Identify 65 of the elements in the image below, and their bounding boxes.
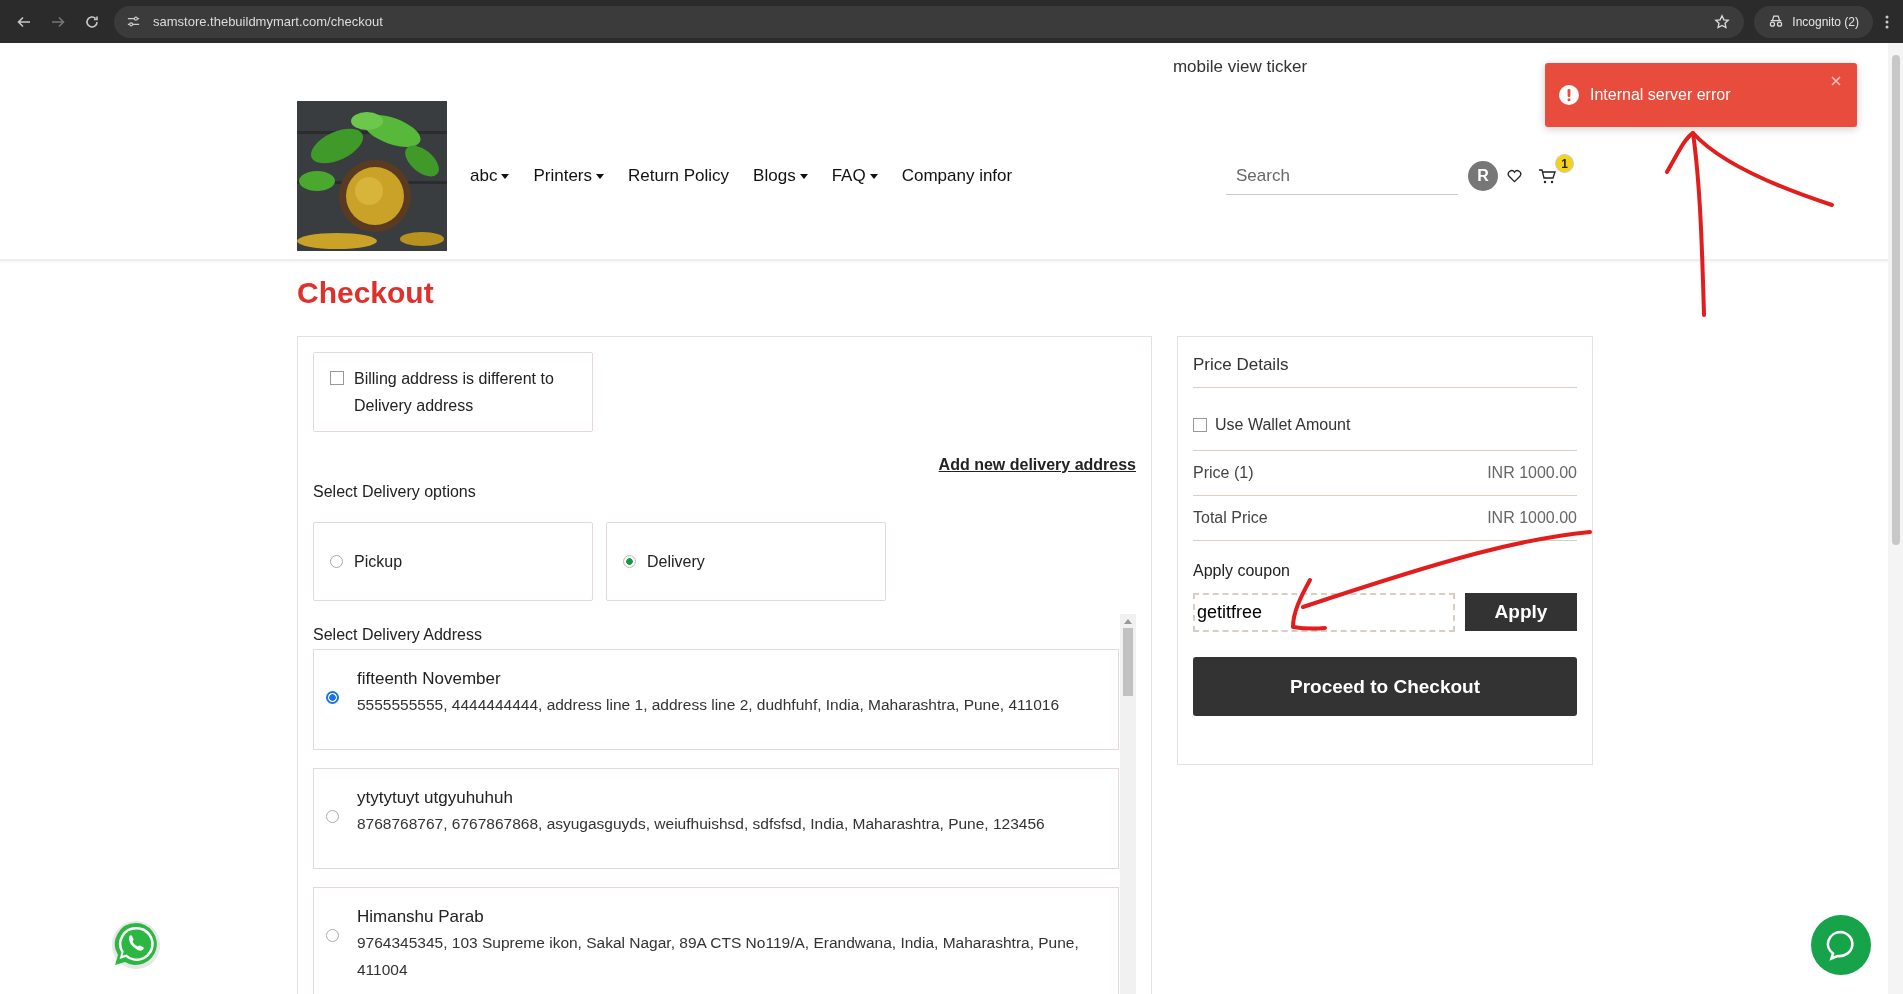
card-title: Price Details <box>1193 353 1577 388</box>
heart-icon[interactable] <box>1507 169 1522 183</box>
user-avatar[interactable]: R <box>1468 161 1498 191</box>
checkbox[interactable] <box>330 371 344 385</box>
caret-icon[interactable] <box>596 173 604 179</box>
page-title: Checkout <box>297 276 435 310</box>
toast-message: Internal server error <box>1590 86 1732 104</box>
radio-button[interactable] <box>623 555 636 568</box>
coupon-field[interactable]: getitfree <box>1193 593 1455 632</box>
price-label: Price (1) <box>1193 463 1254 483</box>
price-value: INR 1000.00 <box>1487 463 1577 483</box>
section-title: Select Delivery options <box>313 482 477 502</box>
address-bar[interactable]: samstore.thebuildmymart.com/checkout <box>114 5 1745 38</box>
cart-count-badge: 1 <box>1555 154 1574 173</box>
scrollbar[interactable] <box>1888 43 1903 994</box>
price-value: INR 1000.00 <box>1487 508 1577 528</box>
cart-icon[interactable] <box>1538 168 1556 184</box>
caret-icon[interactable] <box>799 173 808 179</box>
caret-icon[interactable] <box>501 173 510 179</box>
address-details: 5555555555, 4444444444, address line 1, address line 2, dudhfuhf, India, Maharashtra, Pune, 411016 <box>357 695 1060 715</box>
caret-icon[interactable] <box>869 173 878 179</box>
scrollbar-thumb[interactable] <box>1123 628 1133 696</box>
incognito-icon <box>1768 15 1785 28</box>
billing-option[interactable]: Billing address is different to Delivery address <box>313 352 593 432</box>
nav-link[interactable]: Return Policy <box>628 166 730 186</box>
address-card[interactable]: Himanshu Parab 9764345345, 103 Supreme ikon, Sakal Nagar, 89A CTS No119/A, Erandwana, India, Maharashtra, Pune, 411004 <box>313 887 1119 994</box>
menu-icon[interactable] <box>1885 13 1889 30</box>
nav-link[interactable]: Blogs <box>753 166 808 186</box>
checkbox[interactable] <box>1193 418 1207 432</box>
scroll-up-icon[interactable] <box>1124 619 1132 624</box>
radio-button[interactable] <box>326 929 339 942</box>
scrollbar[interactable] <box>1120 614 1136 994</box>
reload-icon[interactable] <box>84 13 100 30</box>
whatsapp-chat-icon[interactable] <box>110 918 162 970</box>
bookmark-star-icon[interactable] <box>1714 13 1731 30</box>
address-details: 9764345345, 103 Supreme ikon, Sakal Nagar, 89A CTS No119/A, Erandwana, India, Maharashtra, Pune, 411004 <box>357 933 1080 980</box>
address-card[interactable]: fifteenth November 5555555555, 4444444444, address line 1, address line 2, dudhfuhf, India, Maharashtra, Pune, 411016 <box>313 649 1119 750</box>
price-label: Total Price <box>1193 508 1268 528</box>
address-name: fifteenth November <box>357 668 502 690</box>
address-card[interactable]: ytytytuyt utgyuhuhuh 8768768767, 6767867868, asyugasguyds, weiufhuishsd, sdfsfsd, India, Maharashtra, Pune, 123456 <box>313 768 1119 869</box>
checkout-button[interactable]: Proceed to Checkout <box>1193 657 1577 716</box>
incognito-button[interactable]: Incognito (2) <box>1754 5 1873 38</box>
wallet-option[interactable]: Use Wallet Amount <box>1193 388 1577 451</box>
address-name: Himanshu Parab <box>357 906 485 928</box>
radio-button[interactable] <box>326 810 339 823</box>
radio-button[interactable] <box>330 555 343 568</box>
nav-link[interactable]: Company infor <box>901 166 1013 186</box>
add-address-link[interactable]: Add new delivery address <box>938 454 1136 476</box>
section-title: Select Delivery Address <box>313 625 483 645</box>
address-name: ytytytuyt utgyuhuhuh <box>357 787 514 809</box>
radio-button[interactable] <box>326 691 339 704</box>
site-settings-icon[interactable] <box>126 14 141 29</box>
close-icon[interactable] <box>1831 76 1841 86</box>
chat-bubble-icon[interactable] <box>1811 915 1871 975</box>
delivery-option[interactable]: Pickup <box>313 522 593 601</box>
delivery-option[interactable]: Delivery <box>606 522 886 601</box>
nav-link[interactable]: abc <box>470 166 510 186</box>
url-text: samstore.thebuildmymart.com/checkout <box>153 14 384 29</box>
ticker-text: mobile view ticker <box>1172 56 1308 78</box>
apply-button[interactable]: Apply <box>1465 593 1577 631</box>
nav-link[interactable]: Printers <box>533 166 604 186</box>
address-details: 8768768767, 6767867868, asyugasguyds, weiufhuishsd, sdfsfsd, India, Maharashtra, Pune, 123456 <box>357 814 1045 834</box>
coupon-label: Apply coupon <box>1193 561 1291 581</box>
nav-link[interactable]: FAQ <box>831 166 878 186</box>
alert-icon <box>1559 85 1579 105</box>
